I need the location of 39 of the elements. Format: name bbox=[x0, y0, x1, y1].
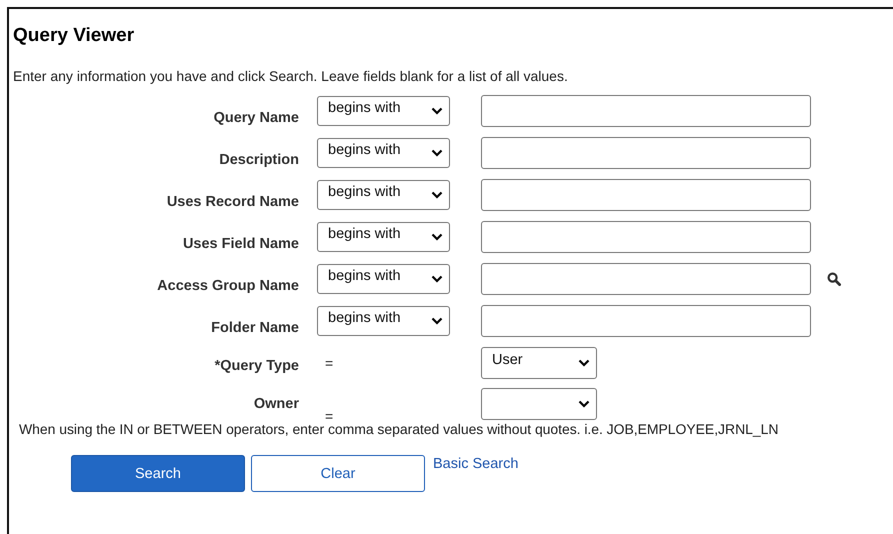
operator-text: = bbox=[324, 354, 334, 370]
chevron-down-icon bbox=[431, 107, 443, 115]
chevron-down-icon bbox=[431, 233, 443, 241]
field-label: Access Group Name bbox=[156, 278, 299, 296]
chevron-down-icon bbox=[431, 317, 443, 325]
input-field[interactable] bbox=[481, 305, 811, 337]
input-field[interactable] bbox=[481, 95, 811, 127]
field-label: *Query Type bbox=[214, 358, 299, 376]
field-label: Uses Field Name bbox=[182, 236, 299, 254]
chevron-down-icon bbox=[431, 275, 443, 283]
input-field[interactable] bbox=[481, 179, 811, 211]
value-dropdown[interactable]: User bbox=[481, 346, 597, 378]
operator-dropdown[interactable]: begins with bbox=[317, 138, 450, 168]
field-label: Uses Record Name bbox=[166, 194, 299, 212]
chevron-down-icon bbox=[578, 400, 590, 408]
field-label: Description bbox=[218, 152, 299, 170]
field-label: Owner bbox=[252, 396, 299, 414]
input-field[interactable] bbox=[481, 221, 811, 253]
chevron-down-icon bbox=[578, 358, 590, 366]
operator-dropdown[interactable]: begins with bbox=[317, 306, 450, 336]
field-label: Query Name bbox=[212, 110, 299, 128]
instructions: Enter any information you have and click Search. Leave fields blank for a list of all values. bbox=[13, 68, 569, 84]
search-button[interactable]: Search bbox=[71, 455, 245, 492]
operator-text: = bbox=[324, 408, 334, 424]
search-icon[interactable] bbox=[827, 272, 841, 286]
field-label: Folder Name bbox=[210, 320, 299, 338]
input-field[interactable] bbox=[481, 137, 811, 169]
operator-dropdown[interactable]: begins with bbox=[317, 96, 450, 126]
chevron-down-icon bbox=[431, 149, 443, 157]
operator-dropdown[interactable]: begins with bbox=[317, 264, 450, 294]
basic-search-link[interactable]: Basic Search bbox=[433, 456, 518, 472]
chevron-down-icon bbox=[431, 191, 443, 199]
operator-dropdown[interactable]: begins with bbox=[317, 222, 450, 252]
value-dropdown[interactable] bbox=[481, 388, 597, 420]
input-field[interactable] bbox=[481, 263, 811, 295]
operator-dropdown[interactable]: begins with bbox=[317, 180, 450, 210]
note-text: When using the IN or BETWEEN operators, enter comma separated values without quotes. i.e. JOB,EMPLOYEE,JRNL_LN bbox=[19, 421, 780, 437]
clear-button[interactable]: Clear bbox=[251, 455, 425, 492]
page-title: Query Viewer bbox=[13, 25, 136, 47]
